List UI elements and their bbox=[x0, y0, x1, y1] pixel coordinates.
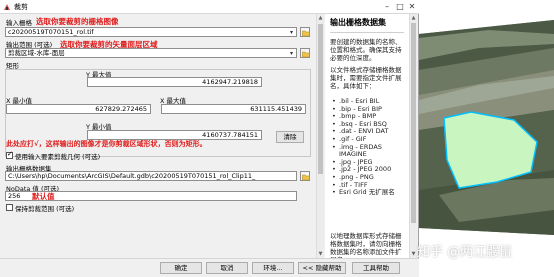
title-bar: 裁剪 – □ ✕ bbox=[0, 0, 419, 14]
browse-folder-icon[interactable] bbox=[300, 27, 310, 37]
help-geodatabase-note: 以地理数据库形式存储栅格数据集时，请勿向栅格数据集的名称添加文件扩展名。 bbox=[330, 232, 402, 258]
environments-button[interactable]: 环境... bbox=[252, 262, 294, 274]
help-extension-note: 以文件格式存储栅格数据集时，需要指定文件扩展名，具体如下： bbox=[330, 66, 402, 90]
clip-tool-icon bbox=[4, 4, 10, 10]
button-bar: 确定 取消 环境... << 隐藏帮助 工具帮助 bbox=[0, 258, 419, 277]
scroll-down-icon[interactable]: ▼ bbox=[410, 251, 417, 257]
use-geometry-checkbox[interactable] bbox=[6, 150, 13, 159]
use-geometry-label: 使用输入要素剪裁几何 (可选) bbox=[15, 153, 101, 161]
help-scrollbar[interactable]: ▲ ▼ bbox=[409, 14, 417, 258]
scrollbar-thumb[interactable] bbox=[411, 23, 416, 223]
use-geometry-annotation: 此处应打√，这样输出的图像才是你剪裁区域形状，否则为矩形。 bbox=[6, 140, 207, 148]
scroll-up-icon[interactable]: ▲ bbox=[317, 15, 324, 21]
form-scrollbar[interactable]: ▲ ▼ bbox=[316, 14, 324, 258]
watermark: 知乎 @两江鼹鼠 bbox=[417, 245, 513, 260]
scroll-up-icon[interactable]: ▲ bbox=[410, 15, 417, 21]
y-max-field[interactable]: 4162947.219818 bbox=[87, 77, 262, 87]
list-item: .img - ERDAS IMAGINE bbox=[330, 143, 404, 159]
browse-folder-icon[interactable] bbox=[300, 171, 310, 181]
chevron-down-icon[interactable]: ▾ bbox=[288, 50, 295, 57]
clip-dialog: 裁剪 – □ ✕ 输入栅格 选取你要裁剪的栅格图像 c20200519T0701… bbox=[0, 0, 419, 277]
minimize-icon[interactable]: – bbox=[382, 1, 392, 12]
cancel-button[interactable]: 取消 bbox=[206, 262, 248, 274]
tool-help-button[interactable]: 工具帮助 bbox=[352, 262, 400, 274]
format-list: .bil - Esri BIL .bip - Esri BIP .bmp - B… bbox=[330, 97, 404, 197]
list-item: Esri Grid 无扩展名 bbox=[330, 189, 404, 197]
clear-button[interactable]: 清除 bbox=[276, 131, 304, 143]
close-icon[interactable]: ✕ bbox=[407, 1, 417, 12]
map-imagery bbox=[419, 0, 554, 277]
maximize-icon[interactable]: □ bbox=[395, 1, 405, 12]
window-title: 裁剪 bbox=[14, 3, 28, 11]
input-raster-annotation: 选取你要裁剪的栅格图像 bbox=[36, 17, 119, 26]
input-raster-label: 输入栅格 bbox=[6, 19, 32, 27]
maintain-extent-checkbox[interactable] bbox=[6, 204, 13, 211]
help-description: 要创建的数据集的名称、位置和格式。确保其支持必要的位深度。 bbox=[330, 38, 402, 62]
x-min-field[interactable]: 627829.272465 bbox=[6, 104, 151, 114]
scroll-down-icon[interactable]: ▼ bbox=[317, 251, 324, 257]
satellite-image bbox=[419, 0, 554, 277]
x-max-field[interactable]: 631115.451439 bbox=[161, 104, 306, 114]
output-raster-field[interactable]: C:\Users\hp\Documents\ArcGIS\Default.gdb… bbox=[5, 171, 297, 181]
chevron-down-icon[interactable]: ▾ bbox=[288, 29, 295, 36]
help-title: 输出栅格数据集 bbox=[330, 18, 386, 27]
ok-button[interactable]: 确定 bbox=[160, 262, 202, 274]
hide-help-button[interactable]: << 隐藏帮助 bbox=[298, 262, 346, 274]
help-divider bbox=[330, 32, 404, 33]
nodata-annotation: 默认值 bbox=[32, 192, 55, 201]
maintain-extent-label: 保持剪裁范围 (可选) bbox=[15, 205, 75, 213]
input-raster-value: c20200519T070151_rol.tif bbox=[8, 28, 94, 36]
browse-folder-icon[interactable] bbox=[300, 48, 310, 58]
help-panel: 输出栅格数据集 要创建的数据集的名称、位置和格式。确保其支持必要的位深度。 以文… bbox=[325, 14, 409, 258]
scrollbar-thumb[interactable] bbox=[318, 24, 323, 174]
output-extent-value: 剪裁区域-水库-面层 bbox=[8, 49, 65, 57]
parameters-panel: 输入栅格 选取你要裁剪的栅格图像 c20200519T070151_rol.ti… bbox=[0, 14, 316, 258]
input-raster-field[interactable]: c20200519T070151_rol.tif ▾ bbox=[5, 27, 297, 37]
output-extent-field[interactable]: 剪裁区域-水库-面层 ▾ bbox=[5, 48, 297, 58]
